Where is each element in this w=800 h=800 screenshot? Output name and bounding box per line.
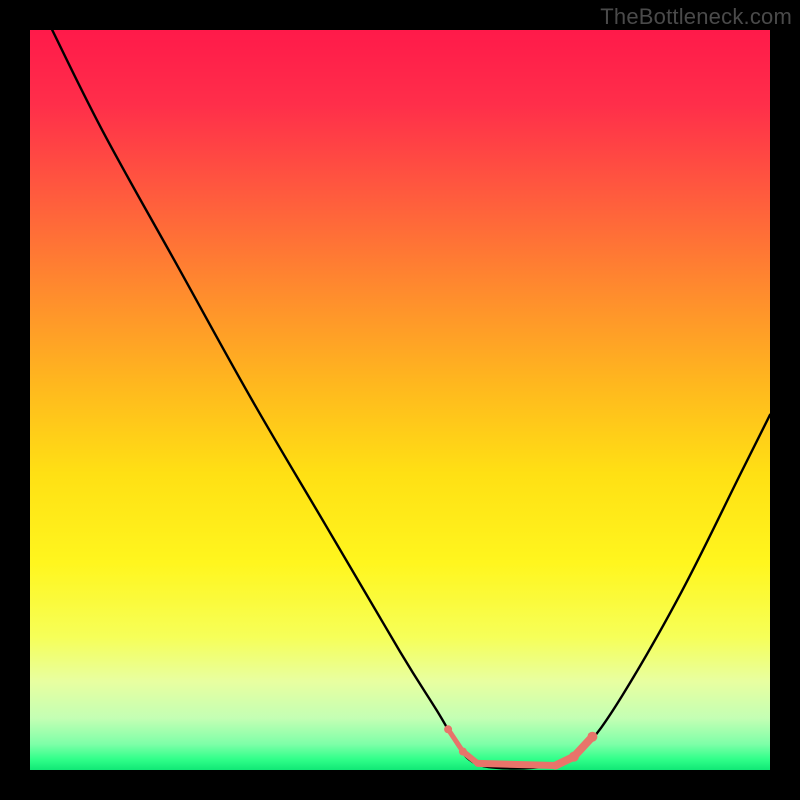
plot-area <box>30 30 770 770</box>
watermark-text: TheBottleneck.com <box>600 4 792 30</box>
chart-frame: TheBottleneck.com <box>0 0 800 800</box>
highlight-region <box>30 30 770 770</box>
